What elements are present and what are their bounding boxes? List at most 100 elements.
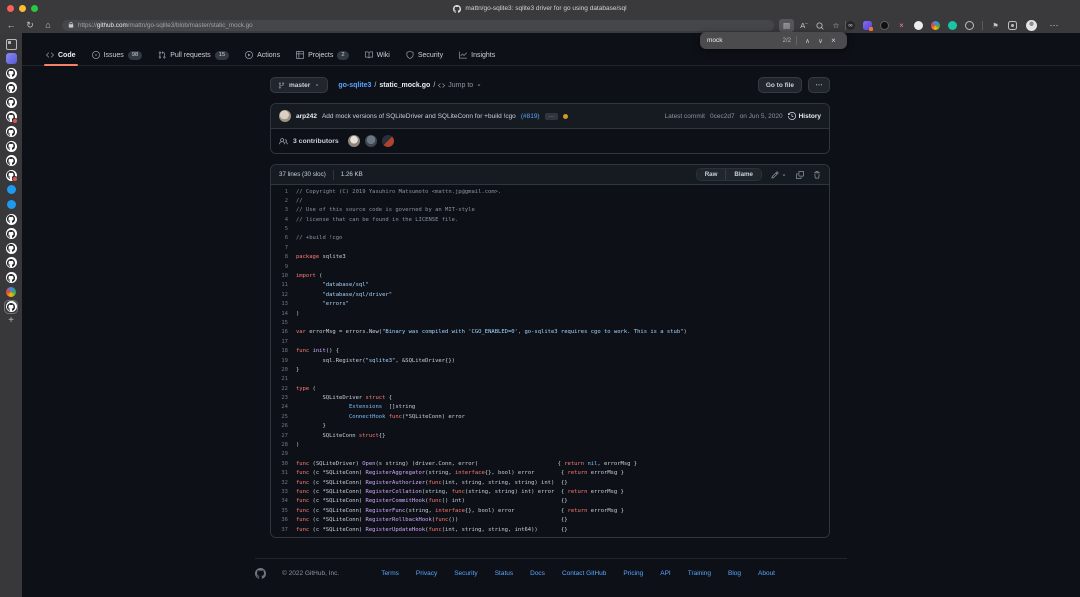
line-number[interactable]: 2 (271, 197, 296, 206)
footer-link-api[interactable]: API (660, 570, 670, 577)
browser-menu-icon[interactable]: ⋯ (1046, 19, 1062, 32)
line-number[interactable]: 37 (271, 526, 296, 535)
commit-hash[interactable]: 0cec2d7 (710, 113, 735, 120)
line-number[interactable]: 18 (271, 347, 296, 356)
github-tab[interactable] (5, 111, 17, 123)
extension-outline-icon[interactable] (965, 21, 974, 30)
raw-button[interactable]: Raw (697, 169, 726, 180)
find-close-icon[interactable]: × (827, 36, 840, 45)
extension-puzzle-icon[interactable] (863, 21, 872, 30)
back-button[interactable]: ← (4, 17, 18, 33)
commit-author-avatar[interactable] (279, 110, 291, 122)
tab-actions[interactable]: Actions (237, 45, 288, 65)
extension-badge-icon[interactable] (1008, 21, 1017, 30)
footer-link-docs[interactable]: Docs (530, 570, 545, 577)
commit-pr-link[interactable]: (#819) (521, 113, 540, 120)
line-number[interactable]: 33 (271, 488, 296, 497)
line-number[interactable]: 35 (271, 507, 296, 516)
github-tab[interactable] (5, 140, 17, 152)
line-number[interactable]: 16 (271, 328, 296, 337)
history-button[interactable]: History (788, 112, 821, 120)
line-number[interactable]: 14 (271, 310, 296, 319)
read-aloud-icon[interactable]: Aˉ (797, 19, 811, 32)
line-number[interactable]: 34 (271, 497, 296, 506)
line-number[interactable]: 25 (271, 413, 296, 422)
more-options-button[interactable] (808, 77, 830, 93)
line-number[interactable]: 27 (271, 432, 296, 441)
tab-security[interactable]: Security (398, 45, 451, 65)
browser-profile-avatar[interactable] (1026, 20, 1037, 31)
find-input[interactable]: mock (707, 37, 783, 44)
tab-overview-icon[interactable] (5, 38, 17, 50)
commit-message[interactable]: Add mock versions of SQLiteDriver and SQ… (322, 113, 516, 120)
github-tab[interactable] (5, 82, 17, 94)
find-bar[interactable]: mock 2/2 ∧ ∨ × (700, 32, 847, 49)
line-number[interactable]: 29 (271, 450, 296, 459)
line-number[interactable]: 21 (271, 375, 296, 384)
find-next-icon[interactable]: ∨ (814, 37, 827, 45)
line-number[interactable]: 12 (271, 291, 296, 300)
line-number[interactable]: 32 (271, 479, 296, 488)
refresh-button[interactable]: ↻ (23, 17, 37, 33)
blame-button[interactable]: Blame (725, 169, 761, 180)
jump-to-button[interactable]: Jump to (438, 82, 482, 89)
pinned-site-tab[interactable] (5, 53, 17, 65)
extension-black-icon[interactable] (880, 21, 889, 30)
line-number[interactable]: 15 (271, 319, 296, 328)
line-number[interactable]: 28 (271, 441, 296, 450)
line-number[interactable]: 10 (271, 272, 296, 281)
line-number[interactable]: 19 (271, 357, 296, 366)
line-number[interactable]: 30 (271, 460, 296, 469)
line-number[interactable]: 7 (271, 244, 296, 253)
active-github-tab[interactable] (5, 301, 17, 313)
tab-insights[interactable]: Insights (451, 45, 503, 65)
line-number[interactable]: 9 (271, 263, 296, 272)
browser-tab[interactable] (5, 286, 17, 298)
contributors-label[interactable]: 3 contributors (293, 138, 339, 145)
footer-link-status[interactable]: Status (495, 570, 513, 577)
address-bar[interactable]: https://github.com/mattn/go-sqlite3/blob… (62, 20, 774, 31)
footer-link-privacy[interactable]: Privacy (416, 570, 437, 577)
line-number[interactable]: 4 (271, 216, 296, 225)
line-number[interactable]: 11 (271, 281, 296, 290)
footer-link-blog[interactable]: Blog (728, 570, 741, 577)
line-number[interactable]: 6 (271, 234, 296, 243)
contributor-avatar[interactable] (382, 135, 394, 147)
branch-selector[interactable]: master (270, 77, 328, 93)
line-number[interactable]: 1 (271, 188, 296, 197)
extension-flag-icon[interactable]: ⚑ (991, 21, 1000, 30)
github-tab[interactable] (5, 126, 17, 138)
line-number[interactable]: 36 (271, 516, 296, 525)
github-tab[interactable] (5, 242, 17, 254)
contributor-avatar[interactable] (365, 135, 377, 147)
footer-link-security[interactable]: Security (454, 570, 477, 577)
github-tab[interactable] (5, 272, 17, 284)
find-on-page-icon[interactable] (813, 19, 827, 32)
line-number[interactable]: 31 (271, 469, 296, 478)
tab-code[interactable]: Code (38, 45, 84, 65)
tab-pull-requests[interactable]: Pull requests15 (150, 45, 237, 65)
extension-green-icon[interactable] (948, 21, 957, 30)
github-tab[interactable] (5, 169, 17, 181)
line-number[interactable]: 24 (271, 403, 296, 412)
delete-file-button[interactable] (813, 171, 821, 179)
github-tab[interactable] (5, 155, 17, 167)
find-previous-icon[interactable]: ∧ (801, 37, 814, 45)
extension-rainbow-icon[interactable] (931, 21, 940, 30)
home-button[interactable]: ⌂ (41, 17, 55, 33)
extension-white-icon[interactable] (914, 21, 923, 30)
commit-status-dot[interactable] (563, 114, 568, 119)
line-number[interactable]: 20 (271, 366, 296, 375)
tab-wiki[interactable]: Wiki (357, 45, 398, 65)
footer-link-training[interactable]: Training (688, 570, 711, 577)
line-number[interactable]: 5 (271, 225, 296, 234)
twitter-tab[interactable] (5, 199, 17, 211)
github-tab[interactable] (5, 67, 17, 79)
twitter-tab[interactable] (5, 184, 17, 196)
extension-pink-icon[interactable]: × (897, 21, 906, 30)
line-number[interactable]: 3 (271, 206, 296, 215)
footer-link-about[interactable]: About (758, 570, 775, 577)
reader-mode-icon[interactable]: ▤ (779, 19, 794, 32)
go-to-file-button[interactable]: Go to file (758, 77, 802, 93)
favorites-icon[interactable]: ☆ (829, 19, 843, 32)
